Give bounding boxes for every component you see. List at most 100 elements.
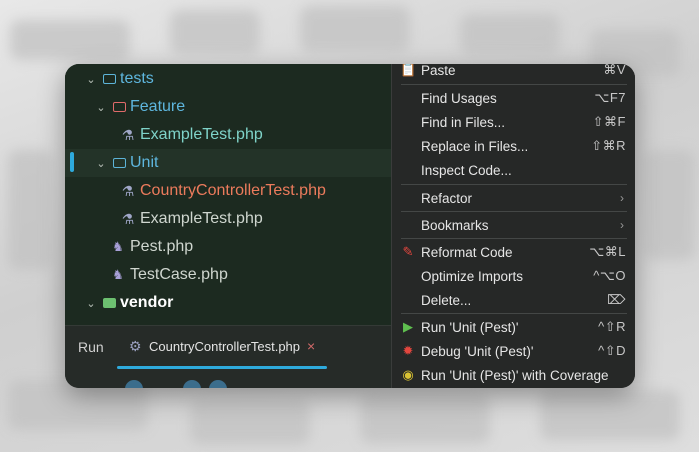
tab-label: CountryControllerTest.php bbox=[149, 339, 301, 354]
toolbar-button[interactable] bbox=[209, 380, 227, 388]
ide-window: ⌄ tests ⌄ Feature ⚗ ExampleTest.php ⌄ Un… bbox=[65, 64, 635, 388]
menu-separator bbox=[401, 211, 627, 212]
menu-item-label: Paste bbox=[421, 64, 456, 78]
menu-item-label: Find Usages bbox=[421, 90, 497, 106]
close-icon[interactable]: × bbox=[307, 338, 315, 354]
tree-item-label: Pest.php bbox=[130, 238, 194, 255]
folder-icon bbox=[103, 74, 116, 84]
menu-item-shortcut: ⌘V bbox=[603, 64, 626, 77]
blurred-key bbox=[300, 6, 410, 52]
run-panel-title: Run bbox=[78, 339, 104, 355]
menu-item-optimize-imports[interactable]: Optimize Imports ^⌥O bbox=[392, 264, 635, 288]
run-toolbar bbox=[65, 376, 391, 388]
php-icon: ♞ bbox=[112, 267, 124, 282]
menu-item-run-unit[interactable]: ▶ Run 'Unit (Pest)' ^⇧R bbox=[392, 315, 635, 339]
toolbar-button[interactable] bbox=[183, 380, 201, 388]
menu-item-label: Debug 'Unit (Pest)' bbox=[421, 343, 534, 359]
tree-item-label: CountryControllerTest.php bbox=[140, 182, 326, 199]
chevron-down-icon[interactable]: ⌄ bbox=[95, 101, 107, 114]
menu-item-label: Delete... bbox=[421, 292, 472, 308]
tree-item-label: vendor bbox=[120, 294, 174, 311]
tree-item-pest[interactable]: ♞ Pest.php bbox=[65, 233, 391, 261]
menu-item-shortcut: ^⇧D bbox=[598, 343, 626, 358]
selection-marker bbox=[70, 152, 74, 172]
menu-item-find-usages[interactable]: Find Usages ⌥F7 bbox=[392, 86, 635, 110]
menu-item-run-with-coverage[interactable]: ◉ Run 'Unit (Pest)' with Coverage bbox=[392, 363, 635, 387]
menu-item-label: Refactor bbox=[421, 190, 473, 206]
project-tree: ⌄ tests ⌄ Feature ⚗ ExampleTest.php ⌄ Un… bbox=[65, 64, 391, 325]
menu-separator bbox=[401, 238, 627, 239]
php-icon: ♞ bbox=[112, 239, 124, 254]
folder-icon bbox=[113, 158, 126, 168]
chevron-down-icon[interactable]: ⌄ bbox=[95, 157, 107, 170]
menu-item-label: Optimize Imports bbox=[421, 268, 524, 284]
menu-item-label: Find in Files... bbox=[421, 114, 506, 130]
chevron-right-icon: › bbox=[620, 191, 624, 205]
menu-item-label: Replace in Files... bbox=[421, 138, 529, 154]
tree-item-example-test-unit[interactable]: ⚗ ExampleTest.php bbox=[65, 205, 391, 233]
tree-item-label: Feature bbox=[130, 98, 186, 115]
tab-country-controller-test[interactable]: ⚙ CountryControllerTest.php × bbox=[117, 326, 327, 368]
menu-item-shortcut: ⇧⌘R bbox=[591, 138, 626, 153]
menu-item-replace-in-files[interactable]: Replace in Files... ⇧⌘R bbox=[392, 134, 635, 158]
blurred-key bbox=[460, 14, 560, 54]
menu-item-refactor[interactable]: Refactor › bbox=[392, 186, 635, 210]
clipboard-icon: 📋 bbox=[400, 64, 417, 77]
menu-item-debug-unit[interactable]: ✹ Debug 'Unit (Pest)' ^⇧D bbox=[392, 339, 635, 363]
tree-item-label: Unit bbox=[130, 154, 159, 171]
run-panel: Run ⚙ CountryControllerTest.php × bbox=[65, 325, 391, 388]
coverage-icon: ◉ bbox=[402, 367, 414, 382]
menu-item-delete[interactable]: Delete... ⌦ bbox=[392, 288, 635, 312]
menu-item-shortcut: ⇧⌘F bbox=[592, 114, 626, 129]
blurred-key bbox=[8, 150, 52, 270]
menu-item-label: Inspect Code... bbox=[421, 162, 512, 178]
tree-item-country-controller-test[interactable]: ⚗ CountryControllerTest.php bbox=[65, 177, 391, 205]
blurred-key bbox=[170, 10, 260, 54]
tree-item-label: ExampleTest.php bbox=[140, 210, 263, 227]
chevron-down-icon[interactable]: ⌄ bbox=[85, 73, 97, 86]
tree-item-label: tests bbox=[120, 70, 154, 87]
menu-item-bookmarks[interactable]: Bookmarks › bbox=[392, 213, 635, 237]
folder-red-icon bbox=[113, 102, 126, 112]
menu-item-shortcut: ⌥F7 bbox=[594, 90, 626, 105]
menu-item-label: Reformat Code bbox=[421, 244, 513, 260]
blurred-key bbox=[10, 20, 130, 60]
menu-item-find-in-files[interactable]: Find in Files... ⇧⌘F bbox=[392, 110, 635, 134]
tree-item-unit[interactable]: ⌄ Unit bbox=[65, 149, 391, 177]
rerun-button[interactable] bbox=[125, 380, 143, 388]
menu-item-inspect-code[interactable]: Inspect Code... bbox=[392, 158, 635, 182]
menu-item-reformat-code[interactable]: ✎ Reformat Code ⌥⌘L bbox=[392, 240, 635, 264]
menu-separator bbox=[401, 313, 627, 314]
flask-icon: ⚗ bbox=[121, 126, 135, 143]
menu-item-label: Bookmarks bbox=[421, 217, 489, 233]
blurred-key bbox=[360, 395, 490, 443]
blurred-key bbox=[540, 390, 680, 440]
flask-icon: ⚗ bbox=[121, 210, 135, 227]
menu-item-label: Run 'Unit (Pest)' with Coverage bbox=[421, 367, 609, 383]
tree-item-tests[interactable]: ⌄ tests bbox=[65, 65, 391, 93]
chevron-down-icon[interactable]: ⌄ bbox=[85, 297, 97, 310]
blurred-key bbox=[645, 150, 695, 260]
tree-item-example-test-feature[interactable]: ⚗ ExampleTest.php bbox=[65, 121, 391, 149]
menu-separator bbox=[401, 184, 627, 185]
menu-item-shortcut: ^⇧R bbox=[598, 319, 626, 334]
brush-icon: ✎ bbox=[402, 244, 414, 259]
context-menu: 📋 Paste ⌘V Find Usages ⌥F7 Find in Files… bbox=[391, 64, 635, 388]
menu-item-shortcut: ^⌥O bbox=[593, 268, 626, 283]
gear-icon: ⚙ bbox=[129, 338, 142, 354]
menu-separator bbox=[401, 84, 627, 85]
flask-icon: ⚗ bbox=[121, 182, 135, 199]
folder-green-icon bbox=[103, 298, 116, 308]
menu-item-shortcut: ⌥⌘L bbox=[589, 244, 626, 259]
menu-item-paste[interactable]: 📋 Paste ⌘V bbox=[392, 64, 635, 82]
tree-item-label: ExampleTest.php bbox=[140, 126, 263, 143]
tree-item-vendor[interactable]: ⌄ vendor bbox=[65, 289, 391, 317]
tree-item-feature[interactable]: ⌄ Feature bbox=[65, 93, 391, 121]
menu-item-shortcut: ⌦ bbox=[607, 292, 626, 307]
bug-icon: ✹ bbox=[402, 343, 414, 358]
menu-item-label: Run 'Unit (Pest)' bbox=[421, 319, 519, 335]
tree-item-label: TestCase.php bbox=[130, 266, 228, 283]
active-tab-indicator bbox=[117, 366, 327, 369]
chevron-right-icon: › bbox=[620, 218, 624, 232]
tree-item-testcase[interactable]: ♞ TestCase.php bbox=[65, 261, 391, 289]
